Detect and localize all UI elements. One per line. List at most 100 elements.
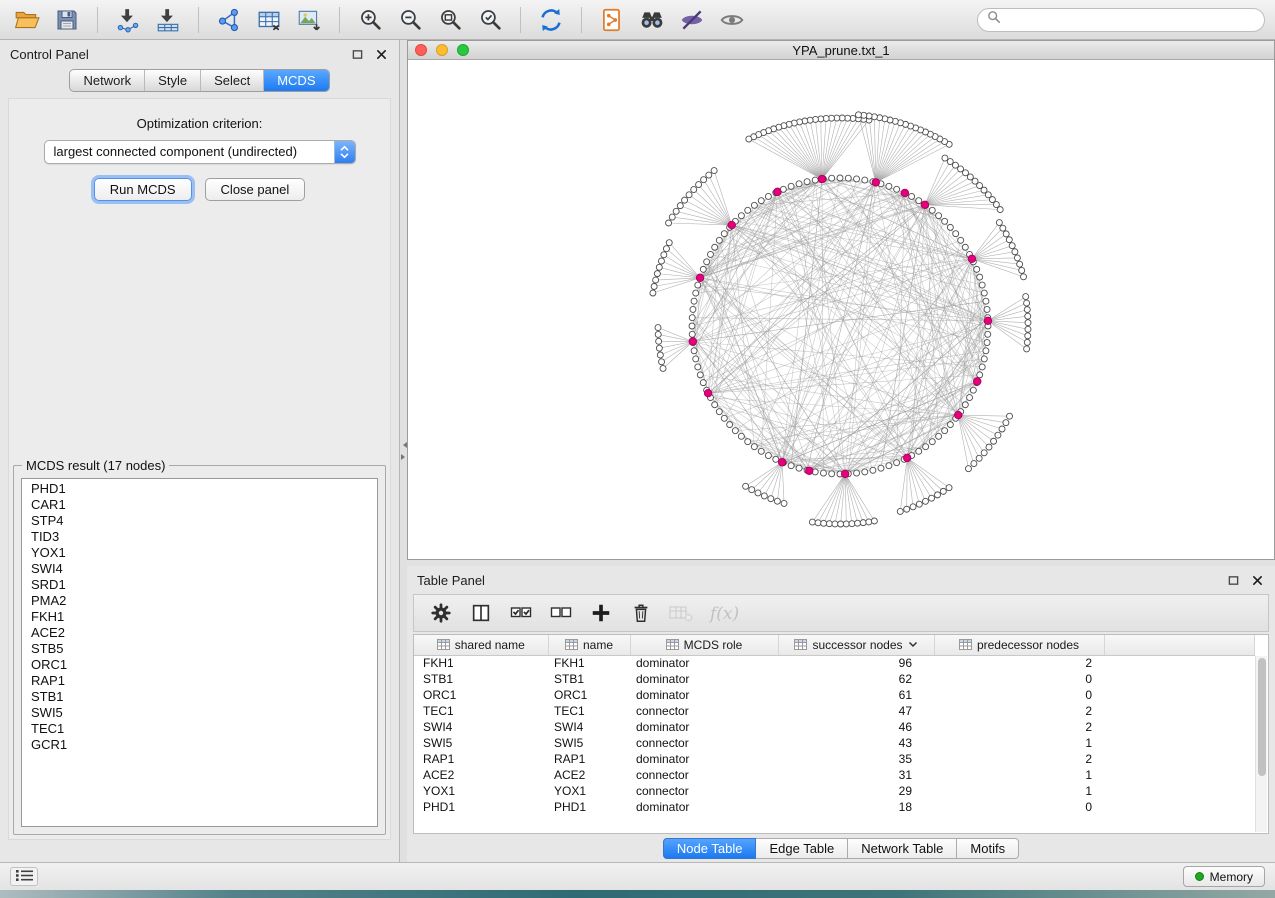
table-tabs: Node TableEdge TableNetwork TableMotifs <box>407 834 1275 862</box>
mcds-result-item[interactable]: GCR1 <box>31 737 377 753</box>
delete-row-icon[interactable] <box>626 597 656 629</box>
column-header-name[interactable]: name <box>548 635 630 655</box>
network-view[interactable] <box>408 60 1274 559</box>
table-scrollbar[interactable] <box>1255 656 1267 832</box>
mcds-result-list[interactable]: PHD1CAR1STP4TID3YOX1SWI4SRD1PMA2FKH1ACE2… <box>21 478 378 827</box>
memory-button[interactable]: Memory <box>1183 866 1265 887</box>
table-row[interactable]: ACE2ACE2connector311 <box>414 767 1255 783</box>
mcds-result-group: MCDS result (17 nodes) PHD1CAR1STP4TID3Y… <box>13 465 386 835</box>
main-area: Control Panel NetworkStyleSelectMCDS Opt… <box>0 40 1275 862</box>
mcds-result-item[interactable]: PMA2 <box>31 593 377 609</box>
panel-splitter[interactable] <box>400 40 407 862</box>
toolbar-separator <box>339 7 340 33</box>
table-row[interactable]: SWI4SWI4dominator462 <box>414 719 1255 735</box>
run-mcds-button[interactable]: Run MCDS <box>94 178 192 201</box>
mcds-result-item[interactable]: SWI5 <box>31 705 377 721</box>
tab-network[interactable]: Network <box>70 70 144 91</box>
mcds-result-item[interactable]: STP4 <box>31 513 377 529</box>
float-table-panel-icon[interactable] <box>1226 573 1241 588</box>
table-panel: Table Panel f(x) shared namenameMCDS rol… <box>407 566 1275 862</box>
tab-select[interactable]: Select <box>200 70 263 91</box>
column-header-shared-name[interactable]: shared name <box>414 635 548 655</box>
export-image-icon[interactable] <box>292 4 326 36</box>
deselect-all-icon[interactable] <box>546 597 576 629</box>
control-panel-title: Control Panel <box>10 47 89 62</box>
task-history-button[interactable] <box>10 867 38 886</box>
table-row[interactable]: PHD1PHD1dominator180 <box>414 799 1255 815</box>
open-session-icon[interactable] <box>10 4 44 36</box>
mcds-result-item[interactable]: TID3 <box>31 529 377 545</box>
window-minimize-button[interactable] <box>436 44 448 56</box>
tab-edge-table[interactable]: Edge Table <box>756 838 848 859</box>
table-row[interactable]: STB1STB1dominator620 <box>414 671 1255 687</box>
tab-node-table[interactable]: Node Table <box>663 838 757 859</box>
mcds-result-item[interactable]: SRD1 <box>31 577 377 593</box>
tab-motifs[interactable]: Motifs <box>957 838 1019 859</box>
mcds-result-item[interactable]: SWI4 <box>31 561 377 577</box>
apply-layout-icon[interactable] <box>534 4 568 36</box>
network-window: YPA_prune.txt_1 <box>407 40 1275 560</box>
close-panel-button[interactable]: Close panel <box>205 178 306 201</box>
import-table-icon[interactable] <box>151 4 185 36</box>
column-grid-icon <box>959 639 972 650</box>
column-header-successor-nodes[interactable]: successor nodes <box>778 635 934 655</box>
table-row[interactable]: RAP1RAP1dominator352 <box>414 751 1255 767</box>
columns-icon[interactable] <box>466 597 496 629</box>
tab-style[interactable]: Style <box>144 70 200 91</box>
criterion-dropdown[interactable]: largest connected component (undirected) <box>44 140 356 164</box>
zoom-out-icon[interactable] <box>393 4 427 36</box>
table-row[interactable]: FKH1FKH1dominator962 <box>414 655 1255 671</box>
select-all-icon[interactable] <box>506 597 536 629</box>
float-control-panel-icon[interactable] <box>350 47 365 62</box>
window-zoom-button[interactable] <box>457 44 469 56</box>
table-row[interactable]: YOX1YOX1connector291 <box>414 783 1255 799</box>
table-row[interactable]: SWI5SWI5connector431 <box>414 735 1255 751</box>
search-input[interactable] <box>1007 12 1255 27</box>
zoom-in-icon[interactable] <box>353 4 387 36</box>
application-window: Control Panel NetworkStyleSelectMCDS Opt… <box>0 0 1275 890</box>
status-bar: Memory <box>0 862 1275 890</box>
save-session-icon[interactable] <box>50 4 84 36</box>
column-header-predecessor-nodes[interactable]: predecessor nodes <box>934 635 1104 655</box>
column-header-MCDS-role[interactable]: MCDS role <box>630 635 778 655</box>
import-network-icon[interactable] <box>111 4 145 36</box>
mcds-result-item[interactable]: STB5 <box>31 641 377 657</box>
table-row[interactable]: ORC1ORC1dominator610 <box>414 687 1255 703</box>
new-network-icon[interactable] <box>212 4 246 36</box>
optimization-criterion-label: Optimization criterion: <box>9 116 390 131</box>
window-close-button[interactable] <box>415 44 427 56</box>
control-panel-tabs: NetworkStyleSelectMCDS <box>69 69 329 92</box>
zoom-selected-icon[interactable] <box>473 4 507 36</box>
find-icon[interactable] <box>635 4 669 36</box>
mcds-result-item[interactable]: ACE2 <box>31 625 377 641</box>
mcds-result-item[interactable]: FKH1 <box>31 609 377 625</box>
table-row[interactable]: TEC1TEC1connector472 <box>414 703 1255 719</box>
tab-network-table[interactable]: Network Table <box>848 838 957 859</box>
function-builder-icon: f(x) <box>706 597 744 629</box>
mcds-result-item[interactable]: STB1 <box>31 689 377 705</box>
mcds-result-item[interactable]: ORC1 <box>31 657 377 673</box>
network-window-titlebar: YPA_prune.txt_1 <box>408 41 1274 60</box>
toolbar-separator <box>581 7 582 33</box>
close-table-panel-icon[interactable] <box>1250 573 1265 588</box>
hide-details-icon[interactable] <box>675 4 709 36</box>
memory-label: Memory <box>1210 870 1253 884</box>
table-toolbar: f(x) <box>413 594 1269 632</box>
mcds-result-item[interactable]: CAR1 <box>31 497 377 513</box>
control-panel-header: Control Panel <box>0 40 399 68</box>
svg-text:f(x): f(x) <box>708 604 739 624</box>
mcds-result-item[interactable]: TEC1 <box>31 721 377 737</box>
show-details-icon[interactable] <box>715 4 749 36</box>
gear-icon[interactable] <box>426 597 456 629</box>
close-control-panel-icon[interactable] <box>374 47 389 62</box>
mcds-result-item[interactable]: YOX1 <box>31 545 377 561</box>
add-row-icon[interactable] <box>586 597 616 629</box>
tab-mcds[interactable]: MCDS <box>263 70 328 91</box>
export-network-icon[interactable] <box>595 4 629 36</box>
scrollbar-thumb[interactable] <box>1258 658 1266 776</box>
toolbar-separator <box>520 7 521 33</box>
mcds-result-item[interactable]: RAP1 <box>31 673 377 689</box>
mcds-result-item[interactable]: PHD1 <box>31 481 377 497</box>
zoom-fit-icon[interactable] <box>433 4 467 36</box>
new-table-icon[interactable] <box>252 4 286 36</box>
